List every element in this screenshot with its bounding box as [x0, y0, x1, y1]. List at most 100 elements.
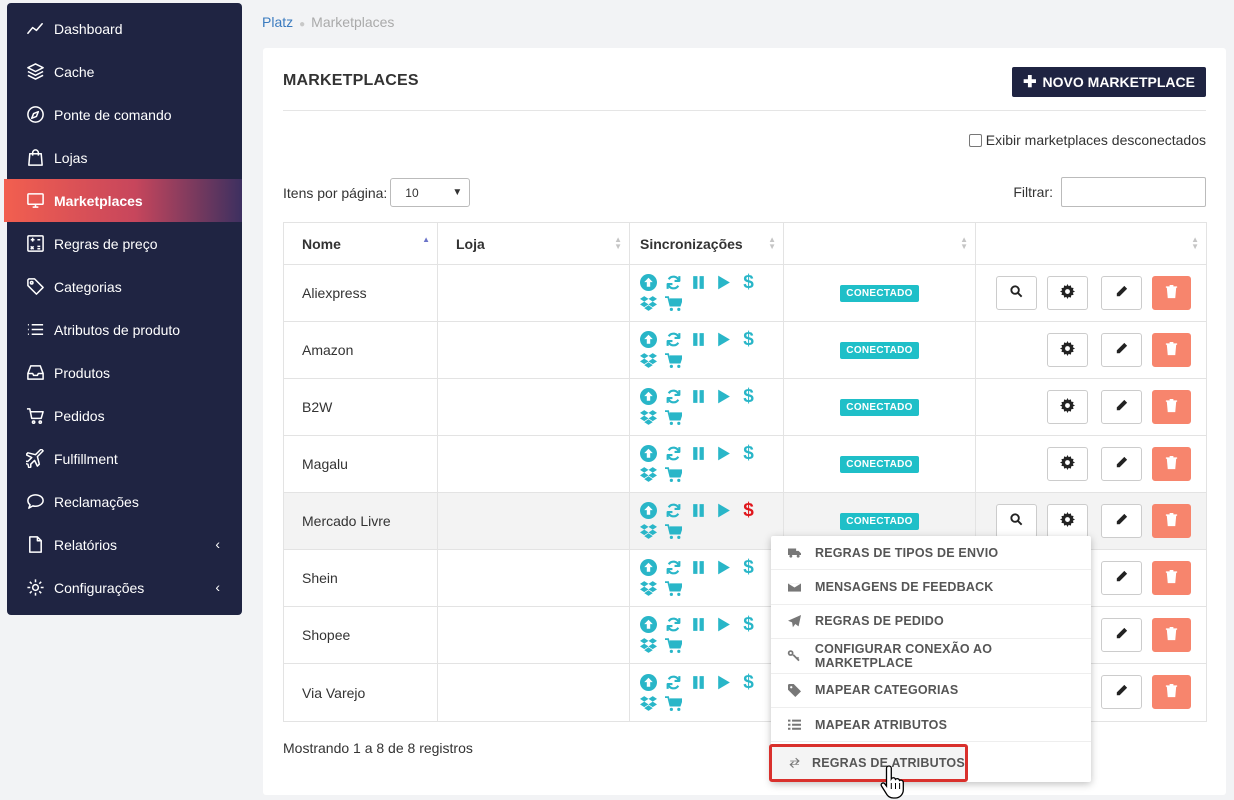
edit-button[interactable] — [1101, 504, 1142, 538]
sidebar-item-marketplaces[interactable]: Marketplaces — [4, 179, 242, 222]
settings-button[interactable] — [1047, 504, 1088, 538]
column-header-sync[interactable]: Sincronizações ▲ ▼ — [630, 223, 784, 264]
pause-icon[interactable] — [690, 674, 707, 691]
upload-icon[interactable] — [640, 388, 657, 405]
menu-item-mapear-categorias[interactable]: MAPEAR CATEGORIAS — [771, 674, 1091, 708]
settings-button[interactable] — [1047, 390, 1088, 424]
dollar-icon[interactable]: $ — [740, 387, 757, 406]
sync-icon[interactable] — [665, 388, 682, 405]
sidebar-item-configuracoes[interactable]: Configurações ‹ — [7, 566, 242, 609]
delete-button[interactable] — [1152, 618, 1191, 652]
menu-item-regras-de-atributos[interactable]: REGRAS DE ATRIBUTOS — [769, 744, 968, 782]
pause-icon[interactable] — [690, 331, 707, 348]
upload-icon[interactable] — [640, 445, 657, 462]
delete-button[interactable] — [1152, 276, 1191, 310]
sidebar-item-produtos[interactable]: Produtos — [7, 351, 242, 394]
sidebar-item-dashboard[interactable]: Dashboard — [7, 7, 242, 50]
play-icon[interactable] — [715, 331, 732, 348]
dropbox-icon[interactable] — [640, 580, 657, 597]
cart-icon[interactable] — [665, 580, 682, 597]
pause-icon[interactable] — [690, 502, 707, 519]
cart-icon[interactable] — [665, 466, 682, 483]
delete-button[interactable] — [1152, 504, 1191, 538]
pause-icon[interactable] — [690, 274, 707, 291]
cart-icon[interactable] — [665, 409, 682, 426]
cart-icon[interactable] — [665, 352, 682, 369]
sync-icon[interactable] — [665, 502, 682, 519]
sidebar-item-relatorios[interactable]: Relatórios ‹ — [7, 523, 242, 566]
menu-item-mensagens-de-feedback[interactable]: MENSAGENS DE FEEDBACK — [771, 570, 1091, 605]
menu-item-regras-de-pedido[interactable]: REGRAS DE PEDIDO — [771, 605, 1091, 640]
delete-button[interactable] — [1152, 333, 1191, 367]
dollar-icon[interactable]: $ — [740, 444, 757, 463]
dropbox-icon[interactable] — [640, 409, 657, 426]
upload-icon[interactable] — [640, 331, 657, 348]
sync-icon[interactable] — [665, 331, 682, 348]
sidebar-item-atributos-de-produto[interactable]: Atributos de produto — [7, 308, 242, 351]
dollar-icon[interactable]: $ — [740, 673, 757, 692]
play-icon[interactable] — [715, 274, 732, 291]
dropbox-icon[interactable] — [640, 466, 657, 483]
cart-icon[interactable] — [665, 523, 682, 540]
sidebar-item-ponte-de-comando[interactable]: Ponte de comando — [7, 93, 242, 136]
delete-button[interactable] — [1152, 561, 1191, 595]
pause-icon[interactable] — [690, 559, 707, 576]
new-marketplace-button[interactable]: ✚ NOVO MARKETPLACE — [1012, 67, 1206, 97]
upload-icon[interactable] — [640, 502, 657, 519]
pause-icon[interactable] — [690, 445, 707, 462]
dropbox-icon[interactable] — [640, 295, 657, 312]
cart-icon[interactable] — [665, 695, 682, 712]
sidebar-item-cache[interactable]: Cache — [7, 50, 242, 93]
settings-button[interactable] — [1047, 333, 1088, 367]
show-disconnected-checkbox[interactable] — [968, 133, 982, 147]
play-icon[interactable] — [715, 388, 732, 405]
play-icon[interactable] — [715, 445, 732, 462]
edit-button[interactable] — [1101, 561, 1142, 595]
edit-button[interactable] — [1101, 447, 1142, 481]
sidebar-item-lojas[interactable]: Lojas — [7, 136, 242, 179]
edit-button[interactable] — [1101, 276, 1142, 310]
items-per-page-select[interactable]: 10 ▼ — [390, 178, 471, 207]
play-icon[interactable] — [715, 559, 732, 576]
upload-icon[interactable] — [640, 559, 657, 576]
delete-button[interactable] — [1152, 390, 1191, 424]
edit-button[interactable] — [1101, 618, 1142, 652]
dollar-icon[interactable]: $ — [740, 330, 757, 349]
sidebar-item-fulfillment[interactable]: Fulfillment — [7, 437, 242, 480]
menu-item-regras-de-tipos-de-envio[interactable]: REGRAS DE TIPOS DE ENVIO — [771, 536, 1091, 571]
upload-icon[interactable] — [640, 616, 657, 633]
menu-item-mapear-atributos[interactable]: MAPEAR ATRIBUTOS — [771, 708, 1091, 743]
menu-item-configurar-conexao-ao-marketplace[interactable]: CONFIGURAR CONEXÃO AO MARKETPLACE — [771, 639, 1091, 674]
sync-icon[interactable] — [665, 445, 682, 462]
dropbox-icon[interactable] — [640, 637, 657, 654]
dropbox-icon[interactable] — [640, 695, 657, 712]
play-icon[interactable] — [715, 502, 732, 519]
column-header-name[interactable]: Nome ▲ — [284, 223, 438, 264]
sidebar-item-reclamacoes[interactable]: Reclamações — [7, 480, 242, 523]
search-button[interactable] — [996, 276, 1037, 310]
delete-button[interactable] — [1152, 675, 1191, 709]
sync-icon[interactable] — [665, 674, 682, 691]
dollar-icon[interactable]: $ — [740, 501, 757, 520]
column-header-store[interactable]: Loja ▲ ▼ — [438, 223, 630, 264]
breadcrumb-root-link[interactable]: Platz — [262, 14, 293, 30]
play-icon[interactable] — [715, 616, 732, 633]
column-header-actions[interactable]: ▲ ▼ — [976, 223, 1206, 264]
play-icon[interactable] — [715, 674, 732, 691]
pause-icon[interactable] — [690, 388, 707, 405]
settings-button[interactable] — [1047, 447, 1088, 481]
sidebar-item-categorias[interactable]: Categorias — [7, 265, 242, 308]
sync-icon[interactable] — [665, 274, 682, 291]
pause-icon[interactable] — [690, 616, 707, 633]
dollar-icon[interactable]: $ — [740, 615, 757, 634]
cart-icon[interactable] — [665, 637, 682, 654]
edit-button[interactable] — [1101, 333, 1142, 367]
settings-button[interactable] — [1047, 276, 1088, 310]
cart-icon[interactable] — [665, 295, 682, 312]
dollar-icon[interactable]: $ — [740, 558, 757, 577]
dollar-icon[interactable]: $ — [740, 273, 757, 292]
search-button[interactable] — [996, 504, 1037, 538]
upload-icon[interactable] — [640, 673, 657, 691]
show-disconnected-toggle[interactable]: Exibir marketplaces desconectados — [968, 132, 1206, 148]
sidebar-item-regras-de-preco[interactable]: Regras de preço — [7, 222, 242, 265]
